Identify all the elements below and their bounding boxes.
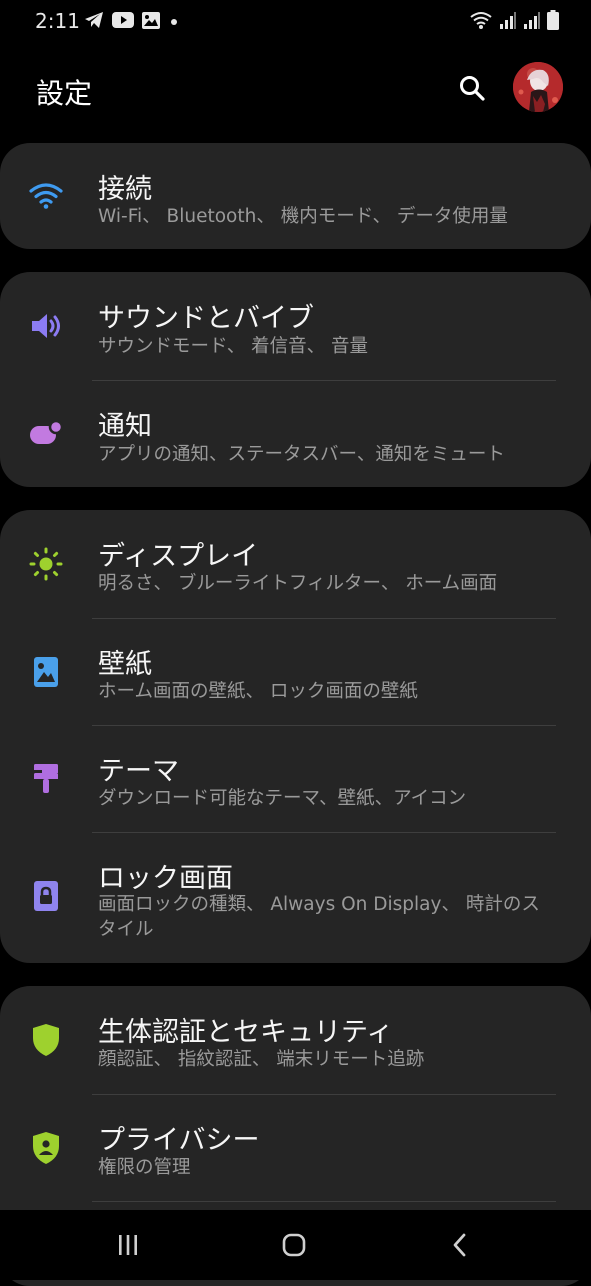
cell-signal-1-icon <box>499 10 517 34</box>
status-time: 2:11 <box>35 9 80 33</box>
setting-title: テーマ <box>98 756 179 787</box>
setting-title: ディスプレイ <box>98 541 259 572</box>
volume-icon <box>28 308 64 344</box>
setting-subtitle: 権限の管理 <box>98 1157 191 1178</box>
gallery-icon <box>142 11 160 33</box>
shield-icon <box>28 1022 64 1058</box>
setting-subtitle: ダウンロード可能なテーマ、壁紙、アイコン <box>98 788 467 809</box>
privacy-shield-icon <box>28 1130 64 1166</box>
setting-item-wallpaper[interactable]: 壁紙 ホーム画面の壁紙、 ロック画面の壁紙 <box>0 618 591 725</box>
setting-title: 生体認証とセキュリティ <box>98 1017 394 1048</box>
setting-subtitle: ホーム画面の壁紙、 ロック画面の壁紙 <box>98 681 418 702</box>
wallpaper-icon <box>28 654 64 690</box>
setting-title: ロック画面 <box>98 863 233 894</box>
status-bar: 2:11 <box>0 0 591 44</box>
setting-item-biometrics-security[interactable]: 生体認証とセキュリティ 顔認証、 指紋認証、 端末リモート追跡 <box>0 986 591 1094</box>
home-icon <box>282 1233 306 1257</box>
back-icon <box>453 1233 466 1257</box>
setting-subtitle: 明るさ、 ブルーライトフィルター、 ホーム画面 <box>98 573 498 594</box>
setting-subtitle: アプリの通知、ステータスバー、通知をミュート <box>98 444 505 465</box>
setting-item-notifications[interactable]: 通知 アプリの通知、ステータスバー、通知をミュート <box>0 380 591 487</box>
lock-icon <box>28 878 64 914</box>
recent-apps-icon <box>119 1235 137 1255</box>
notification-icon <box>28 416 64 452</box>
youtube-icon <box>112 12 134 32</box>
theme-brush-icon <box>28 761 64 797</box>
setting-subtitle: 顔認証、 指紋認証、 端末リモート追跡 <box>98 1049 425 1070</box>
setting-title: プライバシー <box>98 1125 260 1156</box>
setting-item-themes[interactable]: テーマ ダウンロード可能なテーマ、壁紙、アイコン <box>0 725 591 832</box>
navigation-bar <box>0 1210 591 1280</box>
search-icon <box>460 76 485 101</box>
setting-item-privacy[interactable]: プライバシー 権限の管理 <box>0 1094 591 1201</box>
setting-item-lock-screen[interactable]: ロック画面 画面ロックの種類、 Always On Display、 時計のスタ… <box>0 832 591 963</box>
status-system-icons <box>469 10 559 34</box>
more-notifications-dot-icon <box>168 13 180 32</box>
setting-title: 通知 <box>98 411 152 442</box>
setting-title: サウンドとバイブ <box>98 303 314 334</box>
app-header: 設定 <box>0 50 591 126</box>
divider <box>92 1201 556 1202</box>
setting-subtitle: サウンドモード、 着信音、 音量 <box>98 336 369 357</box>
settings-group-sound-notifications: サウンドとバイブ サウンドモード、 着信音、 音量 通知 アプリの通知、ステータ… <box>0 272 591 487</box>
setting-item-display[interactable]: ディスプレイ 明るさ、 ブルーライトフィルター、 ホーム画面 <box>0 510 591 618</box>
wifi-signal-icon <box>469 10 493 34</box>
search-button[interactable] <box>455 71 489 105</box>
battery-icon <box>547 10 559 34</box>
settings-group-connections: 接続 Wi-Fi、 Bluetooth、 機内モード、 データ使用量 <box>0 143 591 249</box>
home-button[interactable] <box>274 1228 314 1262</box>
status-notification-icons <box>84 11 180 33</box>
setting-item-connections[interactable]: 接続 Wi-Fi、 Bluetooth、 機内モード、 データ使用量 <box>0 143 591 249</box>
setting-item-sound[interactable]: サウンドとバイブ サウンドモード、 着信音、 音量 <box>0 272 591 380</box>
back-button[interactable] <box>440 1228 480 1262</box>
setting-title: 接続 <box>98 174 152 205</box>
page-title: 設定 <box>36 77 93 110</box>
setting-title: 壁紙 <box>98 649 152 680</box>
recent-apps-button[interactable] <box>108 1228 148 1262</box>
telegram-icon <box>84 11 104 33</box>
settings-group-display: ディスプレイ 明るさ、 ブルーライトフィルター、 ホーム画面 壁紙 ホーム画面の… <box>0 510 591 963</box>
cell-signal-2-icon <box>523 10 541 34</box>
setting-subtitle: Wi-Fi、 Bluetooth、 機内モード、 データ使用量 <box>98 206 508 227</box>
setting-subtitle: 画面ロックの種類、 Always On Display、 時計のスタイル <box>98 894 540 940</box>
brightness-icon <box>28 546 64 582</box>
profile-avatar[interactable] <box>513 62 563 112</box>
wifi-icon <box>28 177 64 213</box>
